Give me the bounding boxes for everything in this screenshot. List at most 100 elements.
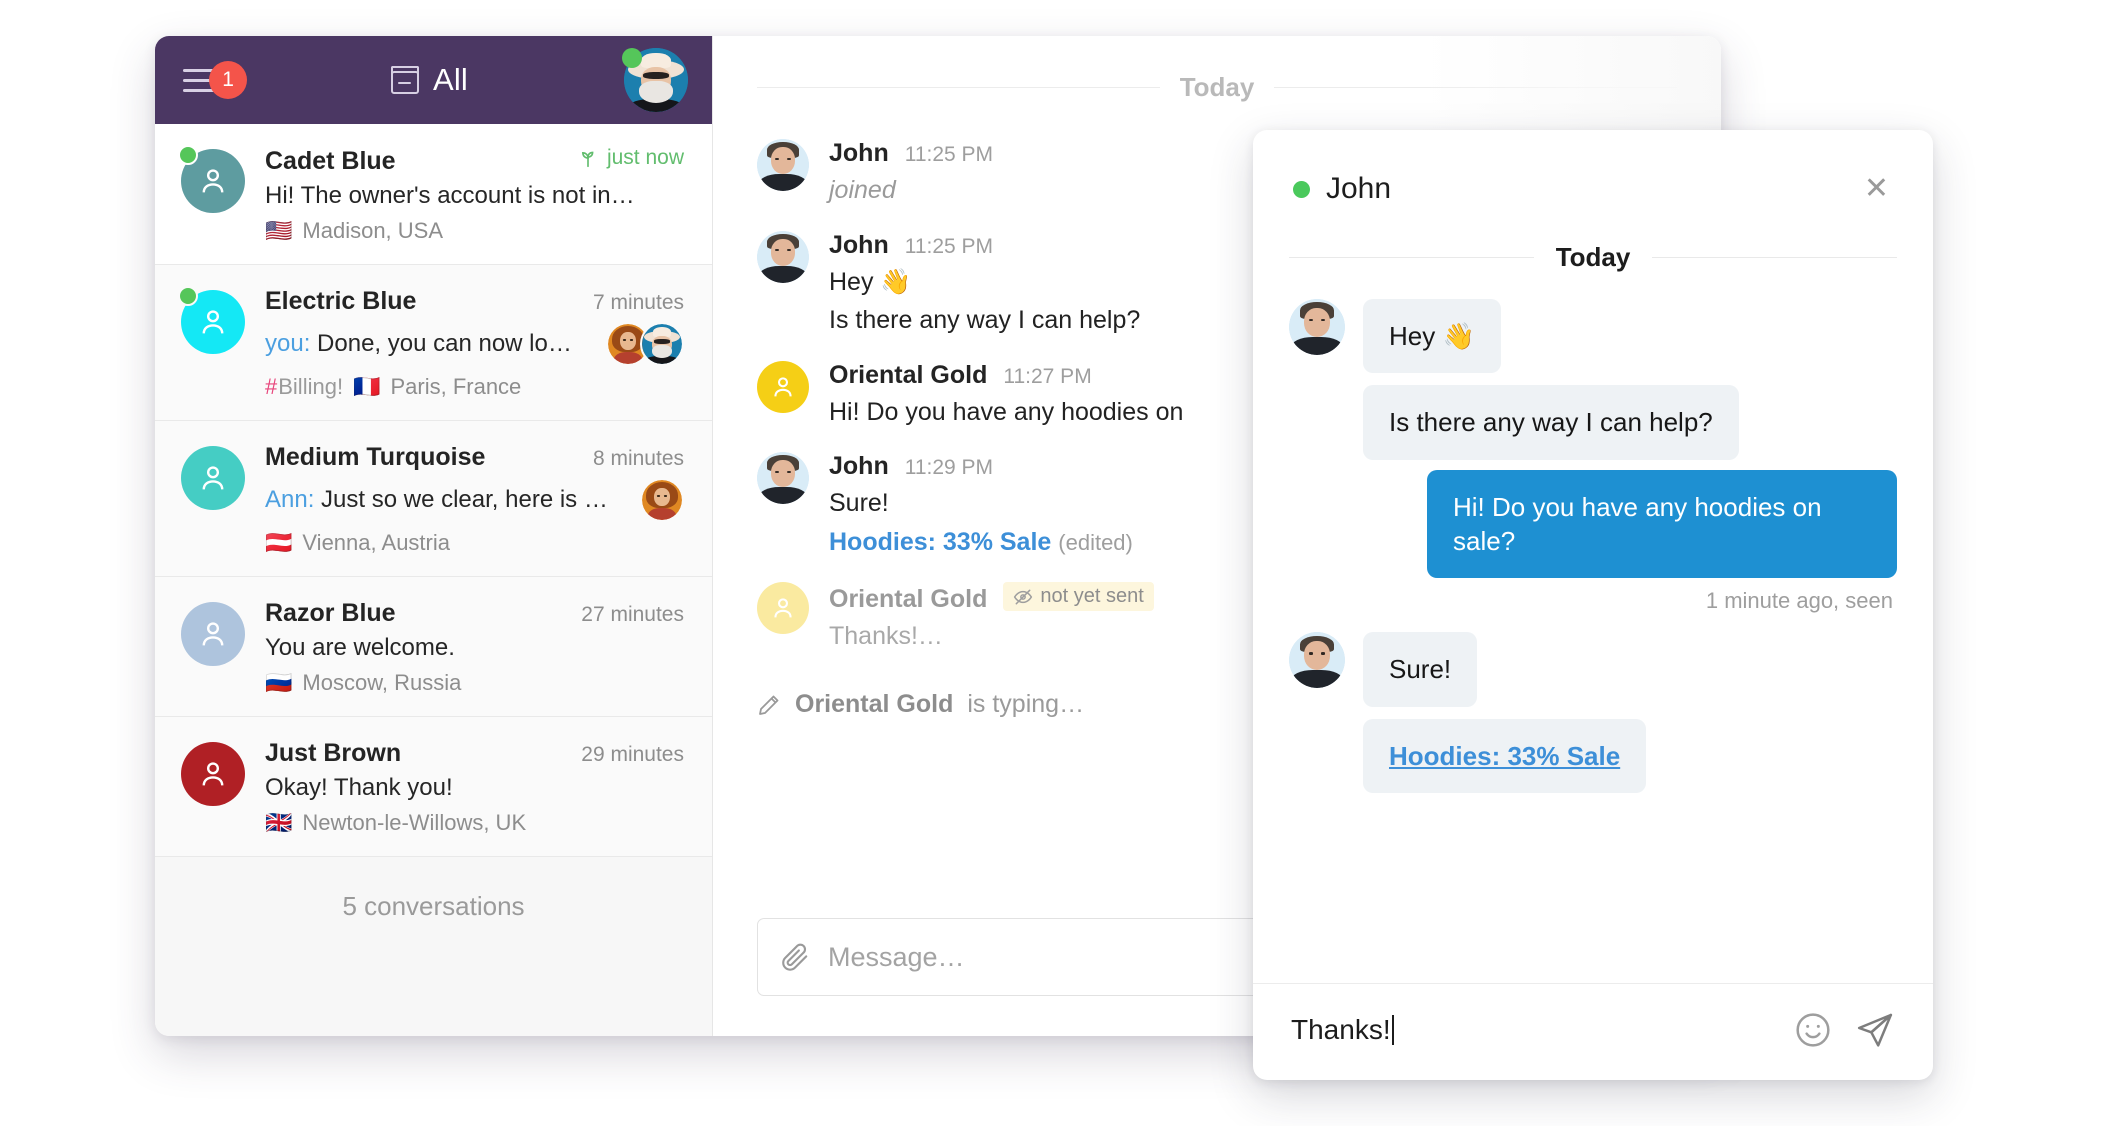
- location-label: Newton-le-Willows, UK: [302, 810, 527, 835]
- message-author: John: [829, 230, 889, 259]
- message-bubble: Hey 👋: [1363, 299, 1501, 374]
- text-caret: [1391, 1015, 1394, 1045]
- list-item[interactable]: Electric Blue 7 minutes you: Done, you c…: [155, 265, 712, 421]
- online-dot: [1293, 180, 1310, 198]
- message-row: Sure! Hoodies: 33% Sale: [1289, 632, 1897, 793]
- typing-suffix: is typing…: [967, 690, 1085, 718]
- pencil-icon: [757, 693, 781, 717]
- timestamp: 27 minutes: [581, 603, 684, 626]
- country-flag: 🇷🇺: [265, 670, 293, 695]
- message-bubble: Is there any way I can help?: [1363, 385, 1739, 460]
- contact-name: Razor Blue: [265, 599, 396, 627]
- list-item-body: Razor Blue 27 minutes You are welcome. 🇷…: [265, 599, 684, 696]
- my-avatar[interactable]: [622, 48, 688, 112]
- avatar-wrap: [178, 286, 245, 400]
- avatar: [1289, 299, 1345, 355]
- edited-label: (edited): [1058, 529, 1133, 555]
- send-icon[interactable]: [1855, 1010, 1895, 1050]
- message-time: 11:27 PM: [1003, 364, 1092, 388]
- typing-author: Oriental Gold: [795, 690, 954, 718]
- list-item[interactable]: Medium Turquoise 8 minutes Ann: Just so …: [155, 421, 712, 577]
- participant-avatars: [606, 322, 684, 366]
- contact-name: Cadet Blue: [265, 147, 396, 175]
- timestamp: 7 minutes: [592, 291, 684, 314]
- list-item-body: Electric Blue 7 minutes you: Done, you c…: [265, 287, 684, 400]
- popup-composer: Thanks!: [1253, 983, 1933, 1080]
- popup-message-area[interactable]: Today Hey 👋 Is there any way I can help?…: [1253, 218, 1933, 983]
- avatar: [757, 139, 809, 191]
- conversation-sidebar: 1 All Cadet Blue just now Hi! The owner'…: [155, 36, 713, 1036]
- avatar-wrap: [178, 145, 245, 244]
- last-message-sender: you:: [265, 330, 311, 357]
- avatar-wrap: [181, 443, 245, 556]
- message-time: 11:29 PM: [904, 456, 994, 479]
- screen: 1 All Cadet Blue just now Hi! The owner'…: [0, 0, 2116, 1126]
- last-message-sender: Ann:: [265, 486, 315, 513]
- user-icon: [196, 461, 230, 495]
- status-badge: not yet sent: [1003, 582, 1154, 611]
- eye-slash-icon: [1013, 587, 1033, 607]
- message-time: 11:25 PM: [904, 234, 994, 258]
- list-item-body: Cadet Blue just now Hi! The owner's acco…: [265, 146, 684, 244]
- popup-title-label: John: [1326, 172, 1392, 205]
- conversation-count: 5 conversations: [155, 857, 712, 962]
- inbox-filter[interactable]: All: [235, 62, 624, 98]
- date-divider-label: Today: [1555, 242, 1631, 272]
- contact-name: Medium Turquoise: [265, 443, 486, 471]
- list-item[interactable]: Cadet Blue just now Hi! The owner's acco…: [155, 124, 712, 265]
- user-icon: [769, 373, 797, 401]
- country-flag: 🇬🇧: [265, 810, 293, 835]
- message-bubble-link: Hoodies: 33% Sale: [1363, 718, 1647, 793]
- country-flag: 🇫🇷: [353, 374, 381, 399]
- last-message-text: Done, you can now lo…: [317, 330, 572, 357]
- sale-link[interactable]: Hoodies: 33% Sale: [829, 528, 1051, 556]
- location-label: Madison, USA: [302, 218, 444, 243]
- last-message: You are welcome.: [265, 634, 455, 661]
- paperclip-icon[interactable]: [780, 942, 810, 972]
- last-message: you: Done, you can now lo…: [265, 330, 572, 358]
- timestamp: 29 minutes: [581, 743, 684, 766]
- avatar: [1289, 632, 1345, 689]
- list-item[interactable]: Razor Blue 27 minutes You are welcome. 🇷…: [155, 577, 712, 717]
- avatar: [181, 602, 245, 666]
- date-divider-label: Today: [1179, 72, 1255, 102]
- message-input-placeholder[interactable]: Message…: [828, 942, 965, 973]
- inbox-icon: [390, 66, 419, 94]
- user-icon: [196, 305, 230, 339]
- popup-chat-widget: John ✕ Today Hey 👋 Is there any way I ca…: [1253, 130, 1933, 1080]
- menu-button[interactable]: 1: [179, 57, 265, 103]
- close-icon[interactable]: ✕: [1856, 170, 1897, 208]
- timestamp: just now: [577, 146, 684, 170]
- avatar: [640, 478, 684, 522]
- online-dot: [622, 48, 642, 68]
- conversation-list[interactable]: Cadet Blue just now Hi! The owner's acco…: [155, 124, 712, 1036]
- online-dot: [178, 145, 198, 165]
- message-author: Oriental Gold: [829, 360, 988, 389]
- popup-message-input-value: Thanks!: [1291, 1014, 1391, 1045]
- status-badge-label: not yet sent: [1040, 585, 1144, 607]
- popup-header: John ✕: [1253, 130, 1933, 218]
- message-time: 11:25 PM: [904, 143, 994, 166]
- avatar: [640, 322, 684, 366]
- avatar-wrap: [181, 739, 245, 836]
- bubble-group: Hi! Do you have any hoodies on sale?: [1427, 469, 1897, 579]
- list-item-body: Just Brown 29 minutes Okay! Thank you! 🇬…: [265, 739, 684, 836]
- message-row: Hi! Do you have any hoodies on sale?: [1289, 469, 1897, 579]
- list-item[interactable]: Just Brown 29 minutes Okay! Thank you! 🇬…: [155, 717, 712, 857]
- smiley-icon[interactable]: [1793, 1010, 1833, 1050]
- inbox-filter-label: All: [432, 62, 469, 97]
- location-label: Vienna, Austria: [302, 530, 450, 555]
- sale-link[interactable]: Hoodies: 33% Sale: [1389, 741, 1620, 771]
- user-icon: [196, 164, 230, 198]
- online-dot: [178, 286, 198, 306]
- last-message: Okay! Thank you!: [265, 774, 453, 801]
- user-icon: [769, 594, 797, 622]
- tag-label: # Billing!: [265, 374, 344, 399]
- avatar: [757, 360, 809, 413]
- popup-message-input[interactable]: Thanks!: [1291, 1014, 1771, 1046]
- timestamp-label: just now: [606, 146, 684, 169]
- country-flag: 🇺🇸: [265, 218, 293, 243]
- message-author: John: [829, 139, 889, 167]
- date-divider: Today: [713, 36, 1721, 125]
- date-divider: Today: [1289, 226, 1898, 299]
